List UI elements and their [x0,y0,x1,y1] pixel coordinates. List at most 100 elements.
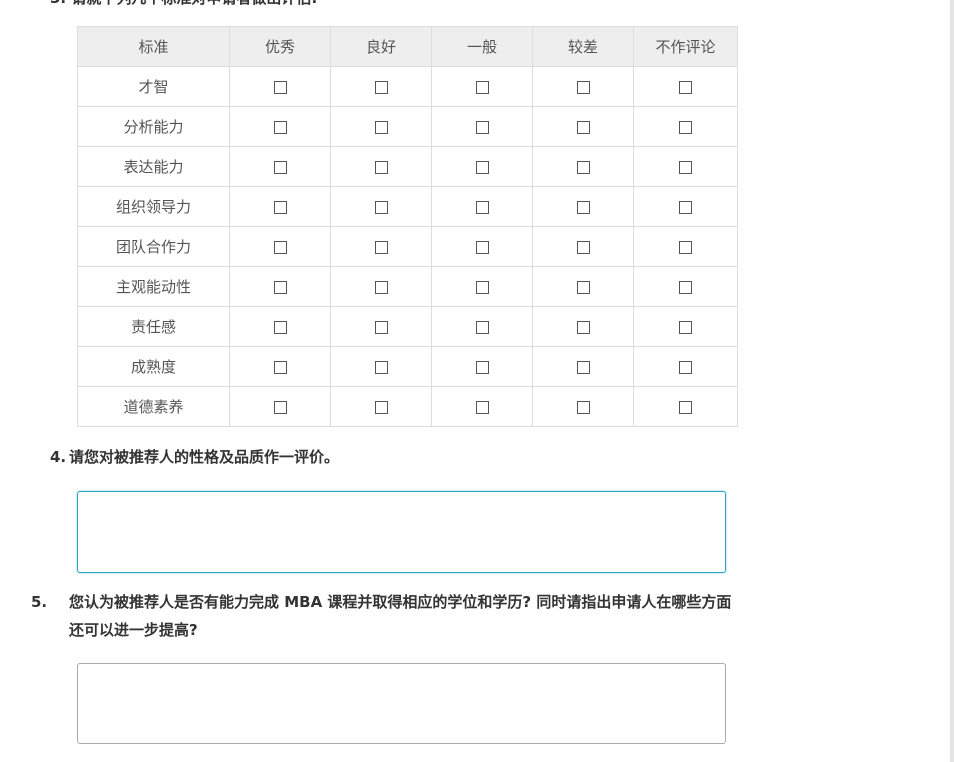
table-row: 表达能力 [77,146,738,187]
rating-checkbox[interactable] [679,160,692,174]
rating-checkbox[interactable] [374,400,388,414]
table-row: 责任感 [77,306,738,347]
rating-checkbox[interactable] [475,400,489,414]
rating-cell [330,66,432,107]
rating-checkbox[interactable] [273,280,287,294]
rating-checkbox[interactable] [475,320,489,334]
rating-cell [633,346,738,387]
rating-cell [633,306,738,347]
rating-checkbox[interactable] [679,120,692,134]
rating-checkbox[interactable] [273,200,287,214]
question-5: 5. 您认为被推荐人是否有能力完成 MBA 课程并取得相应的学位和学历? 同时请指… [31,588,740,644]
rating-checkbox[interactable] [576,80,590,94]
rating-cell [431,106,533,147]
rating-checkbox[interactable] [679,200,692,214]
question-4-number: 4. [50,448,67,466]
table-row: 组织领导力 [77,186,738,227]
question-4-text: 请您对被推荐人的性格及品质作一评价。 [69,448,340,466]
rating-cell [532,146,634,187]
criterion-label: 表达能力 [77,146,230,187]
rating-cell [633,266,738,307]
criterion-label: 道德素养 [77,386,230,427]
rating-checkbox[interactable] [576,160,590,174]
criterion-label: 才智 [77,66,230,107]
question-4-answer-field[interactable] [77,491,726,573]
criterion-label: 责任感 [77,306,230,347]
rating-checkbox[interactable] [679,360,692,374]
question-5-answer-field[interactable] [77,663,726,744]
rating-checkbox[interactable] [576,240,590,254]
criterion-label: 主观能动性 [77,266,230,307]
rating-checkbox[interactable] [374,80,388,94]
rating-checkbox[interactable] [679,400,692,414]
rating-cell [330,386,432,427]
rating-cell [633,386,738,427]
table-row: 道德素养 [77,386,738,427]
header-rating: 良好 [330,26,432,67]
criterion-label: 团队合作力 [77,226,230,267]
rating-cell [330,146,432,187]
rating-checkbox[interactable] [273,120,287,134]
question-5-text: 您认为被推荐人是否有能力完成 MBA 课程并取得相应的学位和学历? 同时请指出申… [69,593,732,639]
rating-checkbox[interactable] [576,200,590,214]
rating-cell [229,266,331,307]
rating-cell [431,386,533,427]
header-rating: 不作评论 [633,26,738,67]
page-scrollbar[interactable] [950,0,954,762]
rating-cell [431,226,533,267]
rating-checkbox[interactable] [273,320,287,334]
rating-checkbox[interactable] [273,240,287,254]
rating-cell [532,266,634,307]
rating-checkbox[interactable] [576,360,590,374]
rating-checkbox[interactable] [576,120,590,134]
rating-checkbox[interactable] [273,400,287,414]
rating-cell [431,146,533,187]
rating-checkbox[interactable] [475,200,489,214]
rating-checkbox[interactable] [374,160,388,174]
rating-checkbox[interactable] [374,320,388,334]
rating-cell [532,346,634,387]
evaluation-table: 标准 优秀 良好 一般 较差 不作评论 才智 分析能力 表达能力 组织领导力 团队合作力… [77,26,738,427]
rating-cell [330,226,432,267]
rating-checkbox[interactable] [273,360,287,374]
rating-checkbox[interactable] [576,280,590,294]
rating-cell [532,306,634,347]
header-rating: 较差 [532,26,634,67]
rating-cell [229,346,331,387]
rating-checkbox[interactable] [475,240,489,254]
rating-checkbox[interactable] [273,160,287,174]
rating-checkbox[interactable] [576,320,590,334]
rating-checkbox[interactable] [374,240,388,254]
rating-checkbox[interactable] [374,120,388,134]
rating-checkbox[interactable] [475,160,489,174]
rating-cell [330,106,432,147]
rating-cell [532,186,634,227]
rating-checkbox[interactable] [679,240,692,254]
rating-cell [330,346,432,387]
table-header-row: 标准 优秀 良好 一般 较差 不作评论 [77,26,738,67]
rating-cell [330,266,432,307]
rating-checkbox[interactable] [273,80,287,94]
table-row: 分析能力 [77,106,738,147]
rating-checkbox[interactable] [679,280,692,294]
table-row: 成熟度 [77,346,738,387]
rating-checkbox[interactable] [679,80,692,94]
rating-checkbox[interactable] [475,120,489,134]
rating-checkbox[interactable] [576,400,590,414]
rating-checkbox[interactable] [374,280,388,294]
rating-cell [330,306,432,347]
rating-cell [633,66,738,107]
rating-checkbox[interactable] [679,320,692,334]
rating-checkbox[interactable] [374,200,388,214]
rating-cell [330,186,432,227]
rating-cell [229,226,331,267]
header-criterion: 标准 [77,26,230,67]
rating-checkbox[interactable] [475,280,489,294]
rating-cell [532,66,634,107]
rating-checkbox[interactable] [475,80,489,94]
rating-cell [633,146,738,187]
rating-checkbox[interactable] [475,360,489,374]
rating-cell [229,66,331,107]
rating-checkbox[interactable] [374,360,388,374]
rating-cell [633,186,738,227]
